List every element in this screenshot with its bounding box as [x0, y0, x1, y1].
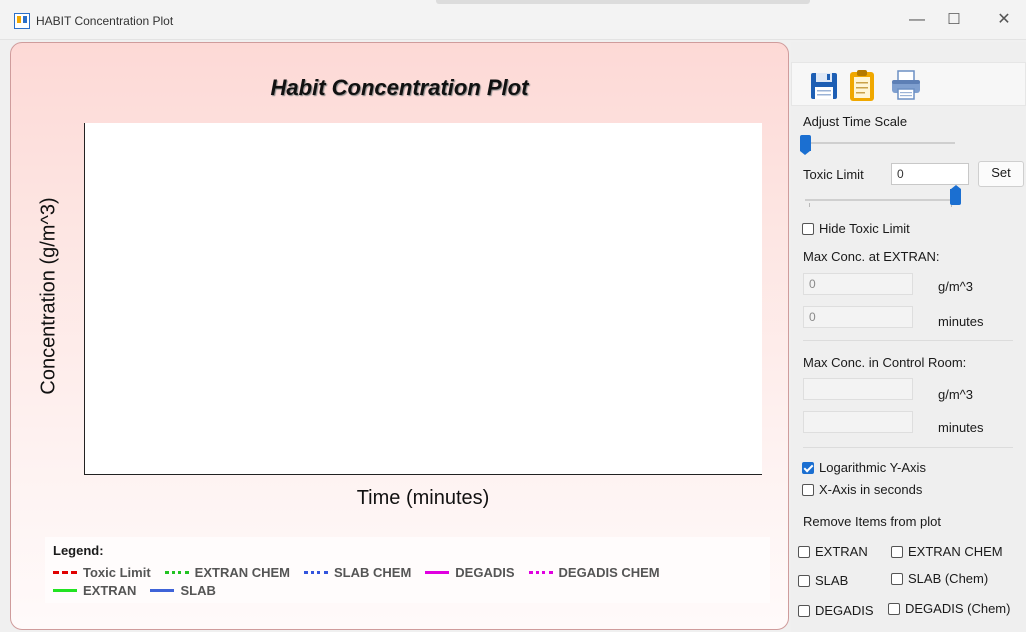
legend-item-slab-chem: SLAB CHEM — [304, 565, 411, 580]
maximize-button[interactable]: ☐ — [943, 9, 965, 31]
checkbox-box[interactable] — [798, 604, 810, 617]
toxic-limit-input[interactable] — [891, 163, 969, 185]
checkbox-box[interactable] — [891, 572, 903, 585]
time-scale-label: Adjust Time Scale — [803, 114, 908, 129]
side-panel: Adjust Time Scale Toxic Limit Set Hide T… — [791, 42, 1026, 632]
hide-toxic-limit-checkbox[interactable]: Hide Toxic Limit — [802, 221, 910, 236]
max-extran-conc-field — [803, 273, 913, 295]
legend-swatch — [53, 589, 77, 592]
remove-extran-checkbox[interactable]: EXTRAN — [798, 544, 868, 559]
save-icon — [811, 73, 837, 99]
legend-item-extran: EXTRAN — [53, 583, 136, 598]
legend-item-slab: SLAB — [150, 583, 216, 598]
x-axis-seconds-checkbox[interactable]: X-Axis in seconds — [802, 482, 922, 497]
toxic-limit-track — [805, 199, 955, 201]
remove-extran-chem-checkbox[interactable]: EXTRAN CHEM — [891, 544, 1003, 559]
legend-swatch — [53, 571, 77, 574]
remove-slab-chem-checkbox[interactable]: SLAB (Chem) — [891, 571, 988, 586]
minimize-button[interactable]: — — [906, 9, 928, 31]
remove-slab-checkbox[interactable]: SLAB — [798, 573, 848, 588]
log-y-axis-checkbox[interactable]: Logarithmic Y-Axis — [802, 460, 926, 475]
toxic-limit-thumb[interactable] — [950, 189, 961, 205]
title-bar: HABIT Concentration Plot — ☐ ✕ — [0, 0, 1026, 40]
print-button[interactable] — [888, 67, 924, 103]
plot-area[interactable] — [84, 123, 762, 475]
toolbar — [791, 62, 1026, 106]
legend-row: Toxic Limit EXTRAN CHEM SLAB CHEM DEGADI… — [53, 565, 660, 580]
max-control-label: Max Conc. in Control Room: — [803, 355, 967, 370]
max-extran-conc-unit: g/m^3 — [938, 279, 974, 294]
max-extran-label: Max Conc. at EXTRAN: — [803, 249, 940, 264]
plot-panel: Habit Concentration Plot Concentration (… — [10, 42, 789, 630]
remove-degadis-chem-checkbox[interactable]: DEGADIS (Chem) — [888, 601, 1010, 616]
max-control-conc-unit: g/m^3 — [938, 387, 974, 402]
divider — [803, 447, 1013, 448]
copy-button[interactable] — [844, 67, 880, 103]
max-control-time-unit: minutes — [938, 420, 984, 435]
checkbox-box[interactable] — [888, 602, 900, 615]
window-title: HABIT Concentration Plot — [36, 14, 174, 28]
legend-item-degadis: DEGADIS — [425, 565, 515, 580]
clipboard-icon — [850, 70, 874, 101]
set-button[interactable]: Set — [978, 161, 1024, 187]
max-control-conc-field — [803, 378, 913, 400]
print-icon — [892, 70, 920, 100]
save-button[interactable] — [806, 67, 842, 103]
legend-swatch — [164, 571, 189, 574]
legend-title: Legend: — [53, 543, 104, 558]
legend-swatch — [425, 571, 450, 574]
checkbox-box[interactable] — [798, 574, 810, 587]
title-bar-shadow — [436, 0, 810, 4]
checkbox-box[interactable] — [802, 461, 814, 474]
time-scale-thumb[interactable] — [800, 135, 811, 155]
max-control-time-field — [803, 411, 913, 433]
close-button[interactable]: ✕ — [993, 9, 1015, 31]
app-icon — [14, 13, 30, 29]
plot-title: Habit Concentration Plot — [270, 75, 529, 100]
legend-item-degadis-chem: DEGADIS CHEM — [528, 565, 660, 580]
time-scale-track — [805, 142, 955, 144]
slider-tick — [809, 203, 810, 207]
checkbox-box[interactable] — [798, 545, 810, 558]
y-axis-label: Concentration (g/m^3) — [37, 197, 60, 395]
toxic-limit-label: Toxic Limit — [803, 167, 864, 182]
legend-swatch — [304, 571, 328, 574]
max-extran-time-unit: minutes — [938, 314, 984, 329]
remove-items-label: Remove Items from plot — [803, 514, 941, 529]
legend-swatch — [528, 571, 553, 574]
divider — [803, 340, 1013, 341]
checkbox-box[interactable] — [891, 545, 903, 558]
legend-item-extran-chem: EXTRAN CHEM — [164, 565, 290, 580]
legend-swatch — [150, 589, 175, 592]
x-axis-label: Time (minutes) — [356, 487, 490, 509]
max-extran-time-field — [803, 306, 913, 328]
remove-degadis-checkbox[interactable]: DEGADIS — [798, 603, 874, 618]
checkbox-box[interactable] — [802, 483, 814, 496]
legend: Legend: Toxic Limit EXTRAN CHEM SLAB CHE… — [45, 537, 770, 603]
checkbox-box[interactable] — [802, 222, 814, 235]
legend-item-toxic-limit: Toxic Limit — [53, 565, 151, 580]
legend-row: EXTRAN SLAB — [53, 583, 216, 598]
